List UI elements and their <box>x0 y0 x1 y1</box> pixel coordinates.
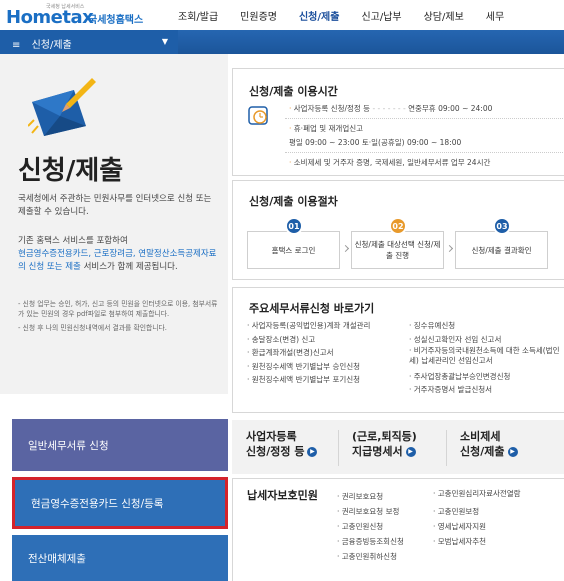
note-2: - 신청 후 나의 민원신청내역에서 결과를 확인합니다. <box>18 324 167 332</box>
top-header: 국세청 납세서비스 Hometax 국세청홈택스 조회/발급 민원증명 신청/제… <box>0 0 564 30</box>
protection-link[interactable]: · 권리보호요청 보정 <box>337 504 404 519</box>
notes: - 신청 업무는 승인, 허가, 신고 등의 민원을 인터넷으로 이용, 첨부서… <box>18 299 223 337</box>
protection-link[interactable]: · 고충민원신청 <box>337 519 404 534</box>
usage-hours-box: 신청/제출 이용시간 · 사업자등록 신청/정정 등 - - - - - - -… <box>232 68 564 176</box>
protection-col-1: · 권리보호요청 · 권리보호요청 보정 · 고충민원신청 · 금융증빙등조회신… <box>337 489 404 564</box>
intro-description: 국세청에서 주관하는 민원사무를 인터넷으로 신청 또는 제출할 수 있습니다. <box>18 194 212 217</box>
quick-link[interactable]: · 주사업장총괄납부승인변경신청 <box>409 370 563 384</box>
nav-tax[interactable]: 세무 <box>486 8 504 23</box>
step-login[interactable]: 홈택스 로그인 <box>247 231 340 269</box>
nav-inquiry[interactable]: 조회/발급 <box>178 8 218 23</box>
protection-title: 납세자보호민원 <box>247 489 318 502</box>
nav-certificate[interactable]: 민원증명 <box>240 8 277 23</box>
procedure-title: 신청/제출 이용절차 <box>249 195 338 208</box>
envelope-pen-icon <box>28 78 96 136</box>
clock-icon <box>248 106 268 125</box>
quick-link[interactable]: · 원천징수세액 반기별납부 포기신청 <box>247 373 370 387</box>
quick-link[interactable]: · 비거주자등의국내원천소득에 대한 소득세(법인세) 납세관리인 선임신고서 <box>409 346 563 366</box>
page-title: 신청/제출 <box>18 156 124 186</box>
hours-line-1: · 사업자등록 신청/정정 등 - - - - - - - 연중무휴 09:00… <box>289 104 493 113</box>
step-select[interactable]: 신청/제출 대상선택 신청/제출 진행 <box>351 231 444 269</box>
usage-hours-title: 신청/제출 이용시간 <box>249 85 338 98</box>
shortcut-tiles: 사업자등록 신청/정정 등 ▶ (근로,퇴직등) 지급명세서 ▶ 소비제세 신청/제… <box>232 420 564 474</box>
arrow-circle-icon: ▶ <box>507 447 518 457</box>
category-dropdown[interactable]: ≡ 신청/제출 ▼ <box>0 30 178 54</box>
logo-subtitle: 국세청홈택스 <box>88 15 144 26</box>
tile-consumption-tax[interactable]: 소비제세 신청/제출 ▶ <box>460 420 518 474</box>
quick-links-box: 주요세무서류신청 바로가기 · 사업자등록(공익법인용)계좌 개설관리 · 송달… <box>232 287 564 413</box>
protection-link[interactable]: · 고충민원보정 <box>433 504 563 519</box>
divider <box>446 430 447 466</box>
quick-links-col-1: · 사업자등록(공익법인용)계좌 개설관리 · 송달장소(변경) 신고 · 환급… <box>247 319 370 387</box>
general-tax-doc-button[interactable]: 일반세무서류 신청 <box>12 419 228 471</box>
divider <box>285 118 563 119</box>
protection-link[interactable]: · 고충민원심리자료사전열람 <box>433 489 563 499</box>
quick-link[interactable]: · 원천징수세액 반기별납부 승인신청 <box>247 360 370 374</box>
divider <box>285 152 563 153</box>
protection-link[interactable]: · 모범납세자추천 <box>433 534 563 549</box>
tile-payment-statement[interactable]: (근로,퇴직등) 지급명세서 ▶ <box>352 420 417 474</box>
quick-link[interactable]: · 거주자증명서 발급신청서 <box>409 383 563 397</box>
note-1: - 신청 업무는 승인, 허가, 신고 등의 민원을 인터넷으로 이용, 첨부서… <box>18 300 218 318</box>
step-number-3: 03 <box>493 217 511 235</box>
chevron-down-icon: ▼ <box>161 37 168 46</box>
menu-bar: ≡ 신청/제출 ▼ <box>0 30 564 54</box>
protection-link[interactable]: · 권리보호요청 <box>337 489 404 504</box>
nav-consult[interactable]: 상담/제보 <box>424 8 464 23</box>
logo-text: Hometax <box>6 7 94 28</box>
protection-col-2: · 고충민원심리자료사전열람 · 고충민원보정 · 영세납세자지원 · 모범납세… <box>433 489 563 549</box>
quick-link[interactable]: · 성실신고확인자 선임 신고서 <box>409 333 563 347</box>
arrow-circle-icon: ▶ <box>307 447 318 457</box>
protection-link[interactable]: · 고충민원취하신청 <box>337 549 404 564</box>
arrow-circle-icon: ▶ <box>405 447 416 457</box>
electronic-media-button[interactable]: 전산매체제출 <box>12 535 228 581</box>
procedure-box: 신청/제출 이용절차 홈택스 로그인 01 신청/제출 대상선택 신청/제출 진… <box>232 180 564 280</box>
quick-links-col-2: · 징수유예신청 · 성실신고확인자 선임 신고서 · 비거주자등의국내원천소득… <box>409 319 563 397</box>
quick-link[interactable]: · 송달장소(변경) 신고 <box>247 333 370 347</box>
protection-link[interactable]: · 영세납세자지원 <box>433 519 563 534</box>
quick-link[interactable]: · 징수유예신청 <box>409 319 563 333</box>
menu-bar-fill <box>178 30 564 54</box>
arrow-right-icon <box>341 244 350 253</box>
divider <box>338 430 339 466</box>
protection-link[interactable]: · 금융증빙등조회신청 <box>337 534 404 549</box>
step-number-2: 02 <box>389 217 407 235</box>
nav-report[interactable]: 신고/납부 <box>361 8 401 23</box>
hamburger-icon: ≡ <box>12 40 21 51</box>
hometax-logo[interactable]: 국세청 납세서비스 Hometax 국세청홈택스 <box>6 3 156 28</box>
hours-line-3: · 소비제세 및 거주자 증명, 국제세원, 일반세무서류 업무 24시간 <box>289 158 491 167</box>
intro-service-text: 기존 홈택스 서비스를 포함하여 현금영수증전용카드, 근로장려금, 연말정산소… <box>18 236 217 272</box>
hours-line-2-value: 평일 09:00 ~ 23:00 토·일(공휴일) 09:00 ~ 18:00 <box>289 138 462 147</box>
category-label: 신청/제출 <box>31 40 72 51</box>
quick-link[interactable]: · 사업자등록(공익법인용)계좌 개설관리 <box>247 319 370 333</box>
step-result[interactable]: 신청/제출 결과확인 <box>455 231 548 269</box>
step-number-1: 01 <box>285 217 303 235</box>
quick-links-title: 주요세무서류신청 바로가기 <box>249 302 375 315</box>
hours-line-2: · 휴·폐업 및 재개업신고 <box>289 124 364 133</box>
global-nav: 조회/발급 민원증명 신청/제출 신고/납부 상담/제보 세무 <box>178 8 526 23</box>
quick-link[interactable]: · 환급계좌개설(변경)신고서 <box>247 346 370 360</box>
tile-business-registration[interactable]: 사업자등록 신청/정정 등 ▶ <box>246 420 318 474</box>
arrow-right-icon <box>445 244 454 253</box>
intro-panel: 신청/제출 국세청에서 주관하는 민원사무를 인터넷으로 신청 또는 제출할 수… <box>0 54 228 394</box>
cash-receipt-card-button[interactable]: 현금영수증전용카드 신청/등록 <box>12 477 228 529</box>
nav-apply[interactable]: 신청/제출 <box>299 8 339 23</box>
taxpayer-protection-box: 납세자보호민원 · 권리보호요청 · 권리보호요청 보정 · 고충민원신청 · … <box>232 478 564 581</box>
